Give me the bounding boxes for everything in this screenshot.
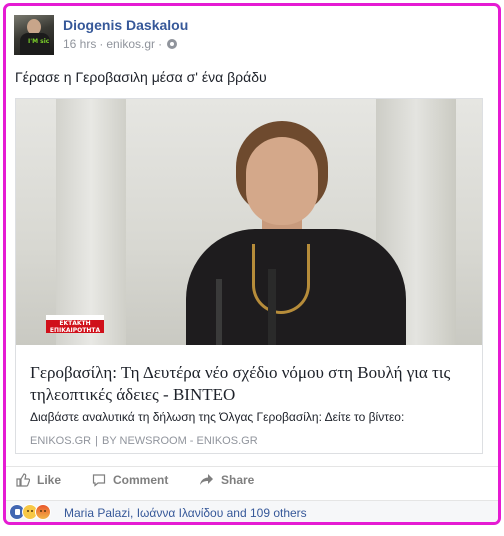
link-title[interactable]: Γεροβασίλη: Τη Δευτέρα νέο σχέδιο νόμου … <box>30 362 475 406</box>
avatar-shirt: I'M sic <box>20 33 50 55</box>
share-label: Share <box>221 473 255 487</box>
source-separator: | <box>95 435 98 447</box>
speaker-face <box>246 137 318 225</box>
reactions-summary[interactable]: Maria Palazi, Ιωάννα Ιλανίδου and 109 ot… <box>64 506 307 520</box>
share-button[interactable]: Share <box>199 473 254 487</box>
comment-button[interactable]: Comment <box>92 473 168 487</box>
thumbs-up-icon <box>16 473 30 487</box>
post-time[interactable]: 16 hrs <box>63 37 96 51</box>
post-header: I'M sic Diogenis Daskalou 16 hrs · eniko… <box>14 15 484 55</box>
like-label: Like <box>37 473 62 487</box>
link-preview[interactable]: ΕΚΤΑΚΤΗ ΕΠΙΚΑΙΡΟΤΗΤΑ Γεροβασίλη: Τη Δευτ… <box>15 98 483 454</box>
post-meta: 16 hrs · enikos.gr · <box>63 37 178 51</box>
comment-label: Comment <box>113 473 169 487</box>
like-button[interactable]: Like <box>16 473 61 487</box>
speaker-necklace <box>252 244 310 314</box>
link-byline: BY NEWSROOM - ENIKOS.GR <box>101 435 258 447</box>
share-icon <box>200 474 213 485</box>
link-domain: ENIKOS.GR <box>30 435 92 447</box>
post-source[interactable]: enikos.gr <box>106 37 155 51</box>
link-source: ENIKOS.GR | BY NEWSROOM - ENIKOS.GR <box>30 435 258 447</box>
background-column <box>56 99 126 345</box>
reactions-bar: Maria Palazi, Ιωάννα Ιλανίδου and 109 ot… <box>6 500 498 522</box>
post-text: Γέρασε η Γεροβασιλη μέσα σ' ένα βράδυ <box>15 69 267 85</box>
comment-icon <box>92 474 106 487</box>
link-description: Διαβάστε αναλυτικά τη δήλωση της Όλγας Γ… <box>30 410 405 424</box>
post-card: I'M sic Diogenis Daskalou 16 hrs · eniko… <box>3 3 501 525</box>
angry-reaction-icon <box>35 504 51 520</box>
meta-separator: · <box>158 37 163 51</box>
badge-line-2: ΕΠΙΚΑΙΡΟΤΗΤΑ <box>49 327 101 334</box>
avatar-shirt-text: I'M sic <box>28 38 50 45</box>
reaction-icons[interactable] <box>9 504 51 520</box>
video-thumbnail[interactable]: ΕΚΤΑΚΤΗ ΕΠΙΚΑΙΡΟΤΗΤΑ <box>16 99 482 345</box>
author-name[interactable]: Diogenis Daskalou <box>63 17 188 33</box>
microphone <box>268 269 276 345</box>
globe-icon[interactable] <box>167 39 178 49</box>
microphone <box>216 279 222 345</box>
meta-separator: · <box>99 37 104 51</box>
action-bar: Like Comment Share <box>6 467 498 499</box>
badge-line-1: ΕΚΤΑΚΤΗ <box>59 320 91 327</box>
breaking-news-badge: ΕΚΤΑΚΤΗ ΕΠΙΚΑΙΡΟΤΗΤΑ <box>46 320 104 334</box>
avatar[interactable]: I'M sic <box>14 15 54 55</box>
